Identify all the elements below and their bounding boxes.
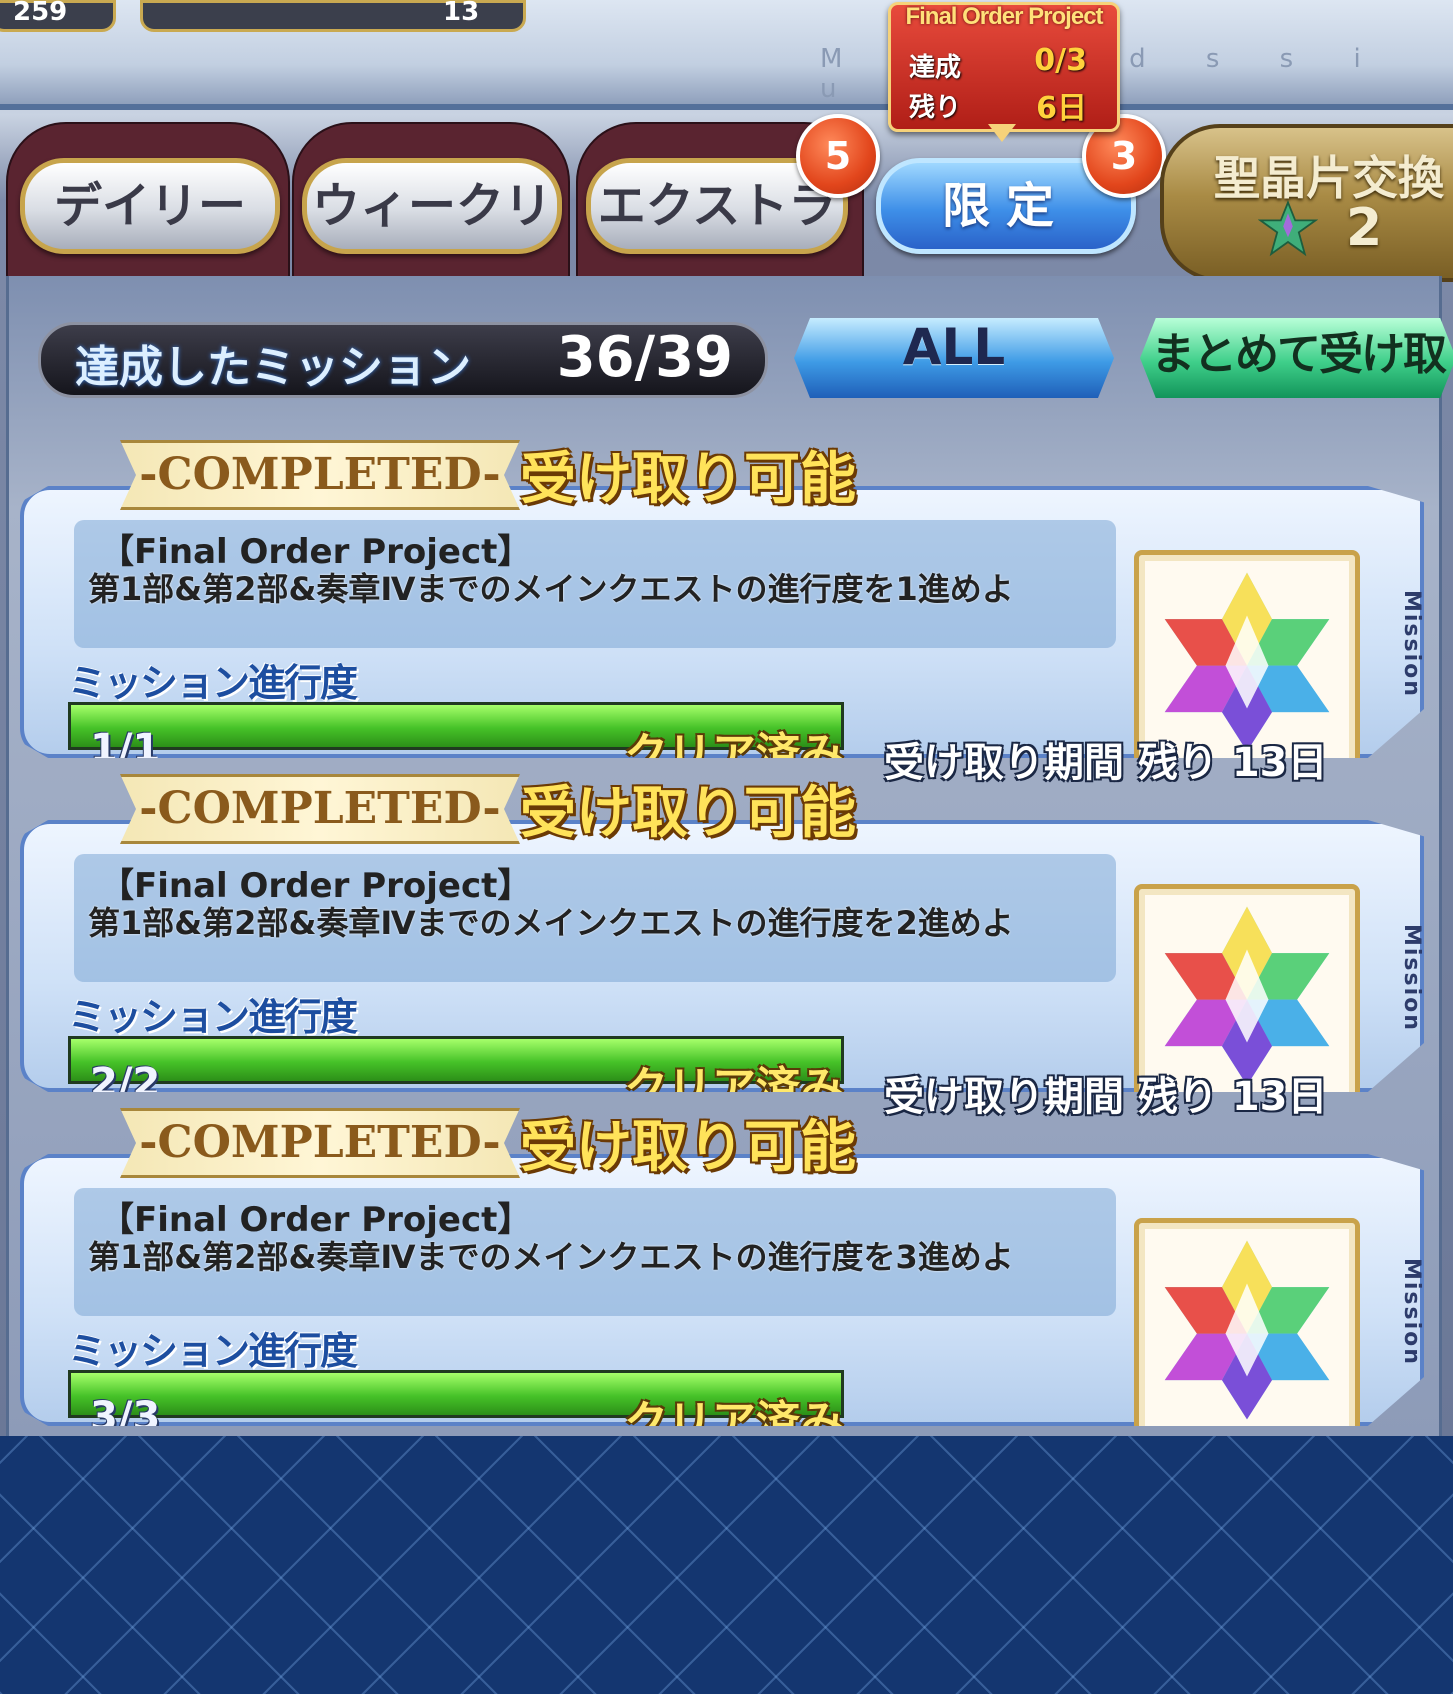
event-remaining-label: 残り [909, 93, 962, 123]
mission-title: 【Final Order Project】 [100, 866, 532, 906]
resource-counter-mid: 13 [140, 0, 526, 32]
event-title: Final Order Project [905, 3, 1103, 30]
mission-card[interactable]: 【Final Order Project】 第1部&第2部&奏章Ⅳまでのメインク… [20, 440, 1424, 786]
event-remaining-value: 6日 [1036, 91, 1087, 126]
claimable-label: 受け取り可能 [520, 1115, 856, 1180]
mission-side-tag: Mission [1399, 1258, 1424, 1366]
event-achieved-value: 0/3 [1034, 43, 1087, 78]
mission-card-body: 【Final Order Project】 第1部&第2部&奏章Ⅳまでのメインク… [20, 1154, 1424, 1426]
saint-quartz-fragment-icon [1258, 200, 1318, 257]
mission-card-body: 【Final Order Project】 第1部&第2部&奏章Ⅳまでのメインク… [20, 820, 1424, 1092]
progress-label: ミッション進行度 [68, 1329, 358, 1373]
saint-quartz-icon [1164, 1240, 1330, 1420]
filter-all-button[interactable]: ALL [794, 318, 1114, 398]
claim-all-button[interactable]: まとめて受け取る [1140, 318, 1453, 398]
resource-value-mid: 13 [443, 0, 480, 27]
event-progress-badge[interactable]: Final Order Project 達成 0/3 残り 6日 [888, 2, 1120, 132]
cleared-label: クリア済み [624, 1397, 844, 1436]
event-badge-pointer [988, 124, 1016, 142]
mission-card-body: 【Final Order Project】 第1部&第2部&奏章Ⅳまでのメインク… [20, 486, 1424, 758]
achieved-missions-summary: 達成したミッション 36/39 [38, 322, 768, 398]
mission-side-tag: Mission [1399, 590, 1424, 698]
tab-daily[interactable]: デイリー [20, 158, 280, 254]
quartz-fragment-exchange-button[interactable]: 聖晶片交換 2 [1160, 124, 1453, 282]
claimable-label: 受け取り可能 [520, 447, 856, 512]
tab-weekly[interactable]: ウィークリー [302, 158, 562, 320]
completed-banner: -COMPLETED- [120, 774, 520, 844]
saint-quartz-icon [1164, 906, 1330, 1086]
exchange-count: 2 [1346, 198, 1383, 258]
mission-description: 第1部&第2部&奏章Ⅳまでのメインクエストの進行度を2進めよ [88, 904, 1014, 942]
exchange-label: 聖晶片交換 [1214, 151, 1444, 205]
completed-banner: -COMPLETED- [120, 440, 520, 510]
progress-value: 3/3 [90, 1394, 161, 1436]
resource-value-left: 259 [13, 0, 68, 27]
reward-slot[interactable] [1134, 1218, 1360, 1426]
mission-title: 【Final Order Project】 [100, 1200, 532, 1240]
saint-quartz-icon [1164, 572, 1330, 752]
progress-value: 2/2 [90, 1060, 161, 1106]
mission-side-tag: Mission [1399, 924, 1424, 1032]
mission-card[interactable]: 【Final Order Project】 第1部&第2部&奏章Ⅳまでのメインク… [20, 1108, 1424, 1434]
achieved-missions-label: 達成したミッション [75, 342, 471, 393]
top-status-bar: 259 13 M a M i d s s i u o e [0, 0, 1453, 108]
progress-value: 1/1 [90, 726, 161, 772]
event-achieved-label: 達成 [909, 53, 962, 83]
resource-counter-left: 259 [0, 0, 116, 32]
header-divider [0, 104, 1453, 110]
achieved-missions-count: 36/39 [556, 325, 733, 390]
progress-label: ミッション進行度 [68, 995, 358, 1039]
mission-description: 第1部&第2部&奏章Ⅳまでのメインクエストの進行度を1進めよ [88, 570, 1014, 608]
claimable-label: 受け取り可能 [520, 781, 856, 846]
mission-title: 【Final Order Project】 [100, 532, 532, 572]
mission-description: 第1部&第2部&奏章Ⅳまでのメインクエストの進行度を3進めよ [88, 1238, 1014, 1276]
extra-count-badge: 5 [796, 114, 880, 198]
bottom-pattern-background [0, 1436, 1453, 1694]
progress-label: ミッション進行度 [68, 661, 358, 705]
completed-banner: -COMPLETED- [120, 1108, 520, 1178]
mission-card[interactable]: 【Final Order Project】 第1部&第2部&奏章Ⅳまでのメインク… [20, 774, 1424, 1120]
mission-screen: 259 13 M a M i d s s i u o e デイリー ウィークリー… [0, 0, 1453, 1436]
